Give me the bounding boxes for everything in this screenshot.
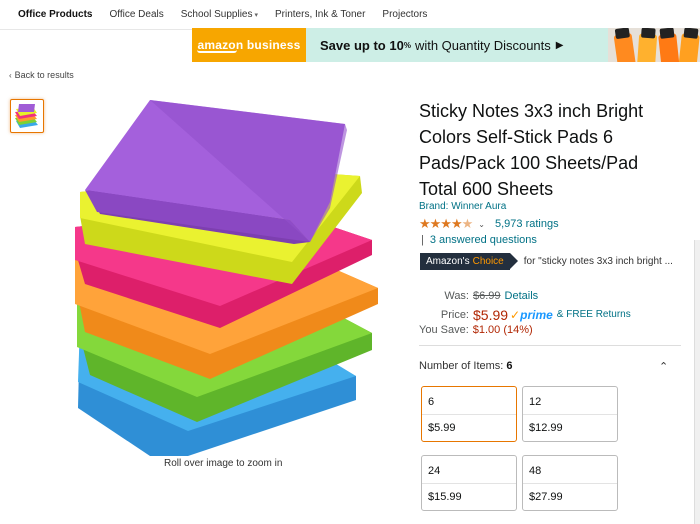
- number-of-items-label: Number of Items: 6: [419, 360, 513, 372]
- item-option-24[interactable]: 24 $15.99: [421, 455, 517, 511]
- option-price: $27.99: [529, 491, 563, 503]
- banner-promo-text: Save up to 10% with Quantity Discounts ▶: [306, 28, 608, 62]
- nav-school-supplies-label: School Supplies: [180, 9, 253, 20]
- highlighter-markers-image: [608, 28, 700, 62]
- details-link[interactable]: Details: [505, 290, 539, 302]
- separator: |: [421, 234, 424, 246]
- item-option-12[interactable]: 12 $12.99: [522, 386, 618, 442]
- banner-quantity-discounts: with Quantity Discounts: [414, 37, 551, 53]
- number-of-items-text: Number of Items:: [419, 360, 504, 372]
- answered-questions-label: 3 answered questions: [429, 234, 537, 246]
- banner-percent: %: [403, 40, 411, 50]
- current-price-row: Price: $5.99 ✓prime & FREE Returns: [419, 305, 631, 324]
- brand-link[interactable]: Brand: Winner Aura: [419, 201, 506, 212]
- product-thumbnail[interactable]: [10, 99, 44, 133]
- option-quantity: 24: [428, 465, 441, 477]
- current-price: $5.99: [473, 306, 509, 323]
- quantity-discount-banner[interactable]: amazon business Save up to 10% with Quan…: [192, 28, 700, 62]
- prime-check-icon: ✓: [510, 307, 521, 322]
- was-label: Was:: [444, 290, 469, 302]
- nav-office-products[interactable]: Office Products: [18, 9, 92, 20]
- option-price: $15.99: [428, 491, 462, 503]
- full-stars: ★★★★: [419, 216, 463, 231]
- amazons-choice-row: Amazon's Choice for "sticky notes 3x3 inc…: [420, 253, 673, 270]
- choice-word: Choice: [472, 256, 504, 267]
- main-product-image[interactable]: [60, 92, 390, 462]
- you-save-value: $1.00 (14%): [472, 324, 533, 336]
- back-to-results-label: Back to results: [14, 70, 74, 80]
- choice-prefix: Amazon's: [426, 256, 470, 267]
- prime-label: prime: [520, 307, 553, 322]
- back-to-results-link[interactable]: ‹ Back to results: [9, 70, 74, 80]
- chevron-down-icon[interactable]: ⌄: [478, 220, 485, 229]
- answered-questions-link[interactable]: | 3 answered questions: [421, 234, 537, 246]
- zoom-hint: Roll over image to zoom in: [164, 458, 283, 469]
- you-save-row: You Save: $1.00 (14%): [419, 324, 631, 339]
- page-scrollbar[interactable]: [694, 240, 700, 524]
- item-option-48[interactable]: 48 $27.99: [522, 455, 618, 511]
- you-save-label: You Save:: [419, 324, 469, 336]
- was-price: $6.99: [473, 290, 501, 302]
- option-price: $5.99: [428, 422, 456, 434]
- item-option-6[interactable]: 6 $5.99: [421, 386, 517, 442]
- nav-school-supplies[interactable]: School Supplies ▾: [181, 9, 258, 20]
- nav-office-deals[interactable]: Office Deals: [109, 9, 163, 20]
- half-star: ★: [461, 216, 474, 231]
- option-quantity: 48: [529, 465, 542, 477]
- star-rating-icon[interactable]: ★★★★★: [419, 216, 474, 232]
- chevron-down-icon: ▾: [254, 12, 258, 19]
- nav-projectors[interactable]: Projectors: [382, 9, 427, 20]
- choice-for-keyword[interactable]: for "sticky notes 3x3 inch bright ...: [524, 256, 673, 267]
- sticky-notes-stack-image: [75, 100, 378, 456]
- rating-row: ★★★★★ ⌄ 5,973 ratings: [419, 216, 559, 232]
- ratings-count-link[interactable]: 5,973 ratings: [495, 218, 559, 230]
- amazon-business-logo: amazon business: [192, 28, 306, 62]
- chevron-left-icon: ‹: [9, 71, 12, 80]
- option-quantity: 12: [529, 396, 542, 408]
- divider: [419, 345, 681, 346]
- price-label: Price:: [440, 308, 469, 321]
- free-returns-link[interactable]: & FREE Returns: [557, 309, 631, 320]
- category-nav: Office Products Office Deals School Supp…: [0, 0, 700, 30]
- amazons-choice-badge: Amazon's Choice: [420, 253, 518, 270]
- option-price: $12.99: [529, 422, 563, 434]
- price-block: Was: $6.99 Details Price: $5.99 ✓prime &…: [419, 290, 631, 339]
- banner-save-up: Save up to 10: [320, 37, 404, 53]
- option-quantity: 6: [428, 396, 435, 408]
- chevron-up-icon[interactable]: ⌃: [659, 360, 668, 373]
- was-price-row: Was: $6.99 Details: [419, 290, 631, 305]
- nav-printers[interactable]: Printers, Ink & Toner: [275, 9, 365, 20]
- number-of-items-selected: 6: [506, 360, 513, 372]
- play-arrow-icon: ▶: [555, 39, 564, 51]
- sticky-notes-thumbnail-icon: [15, 104, 38, 128]
- prime-logo: ✓prime: [510, 308, 553, 322]
- amazon-business-logo-text: amazon business: [197, 37, 301, 52]
- product-title: Sticky Notes 3x3 inch Bright Colors Self…: [419, 101, 644, 199]
